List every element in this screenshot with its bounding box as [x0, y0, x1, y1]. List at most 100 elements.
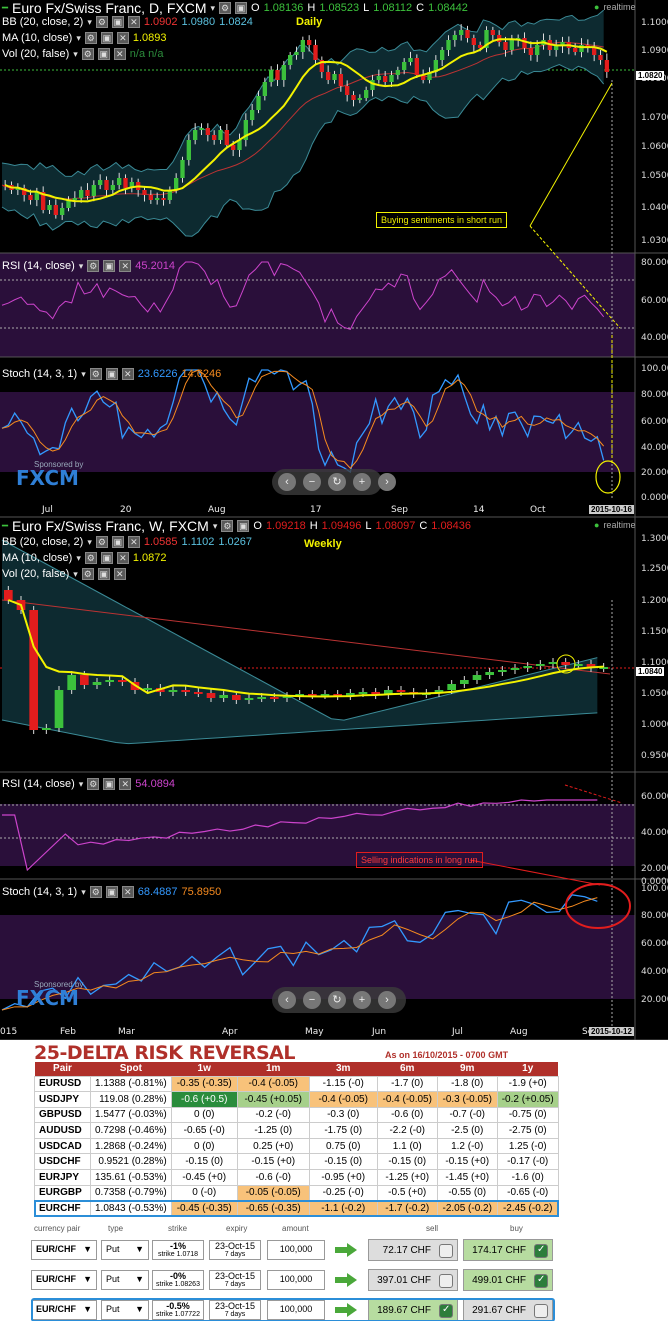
scroll-right-icon[interactable]: ›	[378, 473, 396, 491]
strike-field[interactable]: -0% strike 1.08263	[152, 1270, 204, 1290]
value-cell: 1.2 (-0)	[436, 1137, 498, 1155]
candle	[269, 70, 274, 82]
zoom-out-icon[interactable]: −	[303, 473, 321, 491]
buy-button[interactable]: 174.17 CHF	[463, 1239, 553, 1261]
value-cell: -1.25 (+0)	[376, 1169, 438, 1186]
weekly-chart-title[interactable]: Euro Fx/Swiss Franc, W, FXCM	[12, 518, 209, 534]
chevron-down-icon[interactable]: ▾	[211, 3, 216, 14]
value-cell: -0.45 (-0.35)	[170, 1200, 238, 1217]
zoom-in-icon[interactable]: +	[353, 991, 371, 1009]
ma-label[interactable]: MA (10, close)	[2, 552, 72, 564]
expiry-field[interactable]: 23-Oct-15 7 days	[209, 1270, 261, 1290]
candle	[440, 50, 445, 60]
minimize-icon[interactable]: ━	[2, 521, 8, 532]
table-row: USDJPY 119.08 (0.28%) -0.6 (+0.5) -0.45 (+0…	[34, 1091, 559, 1108]
candle	[148, 195, 153, 200]
scroll-left-icon[interactable]: ‹	[278, 473, 296, 491]
scroll-right-icon[interactable]: ›	[378, 991, 396, 1009]
checkbox-icon[interactable]	[439, 1244, 453, 1258]
vol-label[interactable]: Vol (20, false)	[2, 568, 69, 580]
arrow-right-icon	[335, 1243, 357, 1257]
header-currency-pair: currency pair	[34, 1224, 81, 1233]
x-tick-label: Feb	[60, 1027, 76, 1037]
amount-field[interactable]: 100,000	[267, 1270, 325, 1290]
candle	[376, 76, 381, 80]
candle	[67, 675, 76, 690]
sell-button[interactable]: 72.17 CHF	[368, 1239, 458, 1261]
candle	[548, 662, 558, 664]
daily-chart-title[interactable]: Euro Fx/Swiss Franc, D, FXCM	[12, 0, 206, 16]
chevron-down-icon[interactable]: ▼	[83, 1244, 92, 1254]
candle	[338, 74, 343, 86]
fxcm-logo: FXCM	[16, 986, 79, 1010]
candle	[110, 185, 115, 190]
stoch-label[interactable]: Stoch (14, 3, 1)	[2, 368, 77, 380]
stoch-d-value: 75.8950	[181, 886, 222, 898]
price-tick-label: 1.03000	[641, 236, 668, 246]
reset-icon[interactable]: ↻	[328, 473, 346, 491]
value-cell: -1.9 (+0)	[496, 1075, 559, 1093]
weekly-date-tag: 2015-10-12	[589, 1027, 634, 1036]
trading-charts: 1.100001.090001.080001.070001.060001.050…	[0, 0, 668, 1040]
daily-bb-row: BB (20, close, 2) ▾ ⚙ ▣ ✕ 1.0902 1.0980 1.0…	[2, 16, 253, 28]
candle	[218, 130, 223, 140]
x-tick-label: Apr	[222, 1027, 238, 1037]
table-row: USDCHF 0.9521 (0.28%) -0.15 (0) -0.15 (+0) -…	[34, 1153, 559, 1171]
zoom-out-icon[interactable]: −	[303, 991, 321, 1009]
candle	[326, 72, 331, 80]
candle	[357, 98, 362, 100]
risk-reversal-title: 25-DELTA RISK REVERSAL	[34, 1042, 295, 1064]
close-value: 1.08442	[428, 2, 468, 14]
bb-label[interactable]: BB (20, close, 2)	[2, 536, 83, 548]
risk-reversal-panel: 25-DELTA RISK REVERSAL As on 16/10/2015 …	[0, 1040, 668, 1220]
x-tick-label: Oct	[530, 505, 546, 515]
candle	[414, 58, 419, 75]
type-select[interactable]: Put ▼	[101, 1240, 149, 1260]
column-header: Pair	[34, 1062, 91, 1076]
close-icon[interactable]: ✕	[127, 16, 140, 28]
type-select[interactable]: Put ▼	[101, 1270, 149, 1290]
chevron-down-icon[interactable]: ▼	[83, 1274, 92, 1284]
currency-pair-select[interactable]: EUR/CHF ▼	[31, 1240, 97, 1260]
reset-icon[interactable]: ↻	[328, 991, 346, 1009]
value-cell: -0.4 (-0.05)	[236, 1075, 310, 1093]
value-cell: 0.75 (0)	[308, 1137, 378, 1155]
stoch-label[interactable]: Stoch (14, 3, 1)	[2, 886, 77, 898]
scroll-left-icon[interactable]: ‹	[278, 991, 296, 1009]
chevron-down-icon[interactable]: ▼	[135, 1274, 144, 1284]
amount-field[interactable]: 100,000	[267, 1240, 325, 1260]
bb-upper-value: 1.1102	[181, 536, 215, 548]
checkbox-icon[interactable]	[534, 1244, 548, 1258]
strike-field[interactable]: -1% strike 1.0718	[152, 1240, 204, 1260]
checkbox-icon[interactable]	[439, 1274, 453, 1288]
settings-icon[interactable]: ⚙	[219, 2, 232, 14]
vol-label[interactable]: Vol (20, false)	[2, 48, 69, 60]
value-cell: -0.65 (-0)	[496, 1184, 559, 1202]
x-tick-label: May	[305, 1027, 324, 1037]
candle	[186, 140, 191, 160]
currency-pair-select[interactable]: EUR/CHF ▼	[31, 1270, 97, 1290]
expiry-field[interactable]: 23-Oct-15 7 days	[209, 1240, 261, 1260]
minimize-icon[interactable]: ━	[2, 3, 8, 14]
value-cell: -1.7 (0)	[376, 1075, 438, 1093]
low-value: 1.08112	[373, 2, 413, 14]
buy-button[interactable]: 499.01 CHF	[463, 1269, 553, 1291]
sell-button[interactable]: 397.01 CHF	[368, 1269, 458, 1291]
checkbox-icon[interactable]	[534, 1274, 548, 1288]
options-icon[interactable]: ▣	[235, 2, 248, 14]
candle	[465, 30, 470, 38]
rsi-label[interactable]: RSI (14, close)	[2, 260, 75, 272]
open-label: O	[251, 2, 260, 14]
chevron-down-icon[interactable]: ▼	[135, 1244, 144, 1254]
value-cell: 1.25 (-0)	[496, 1137, 559, 1155]
ma-label[interactable]: MA (10, close)	[2, 32, 72, 44]
daily-stoch-header: Stoch (14, 3, 1) ▾ ⚙ ▣ ✕ 23.6226 14.6246	[2, 368, 222, 380]
header-type: type	[108, 1224, 124, 1233]
bb-label[interactable]: BB (20, close, 2)	[2, 16, 83, 28]
zoom-in-icon[interactable]: +	[353, 473, 371, 491]
weekly-period-label: Weekly	[304, 538, 342, 550]
close-value: 1.08436	[431, 520, 472, 532]
value-cell: -0.6 (+0.5)	[170, 1091, 238, 1108]
rsi-label[interactable]: RSI (14, close)	[2, 778, 75, 790]
option-row: EUR/CHF ▼ Put ▼ -0% strike 1.08263 23-Oct-15 7 …	[31, 1268, 555, 1292]
